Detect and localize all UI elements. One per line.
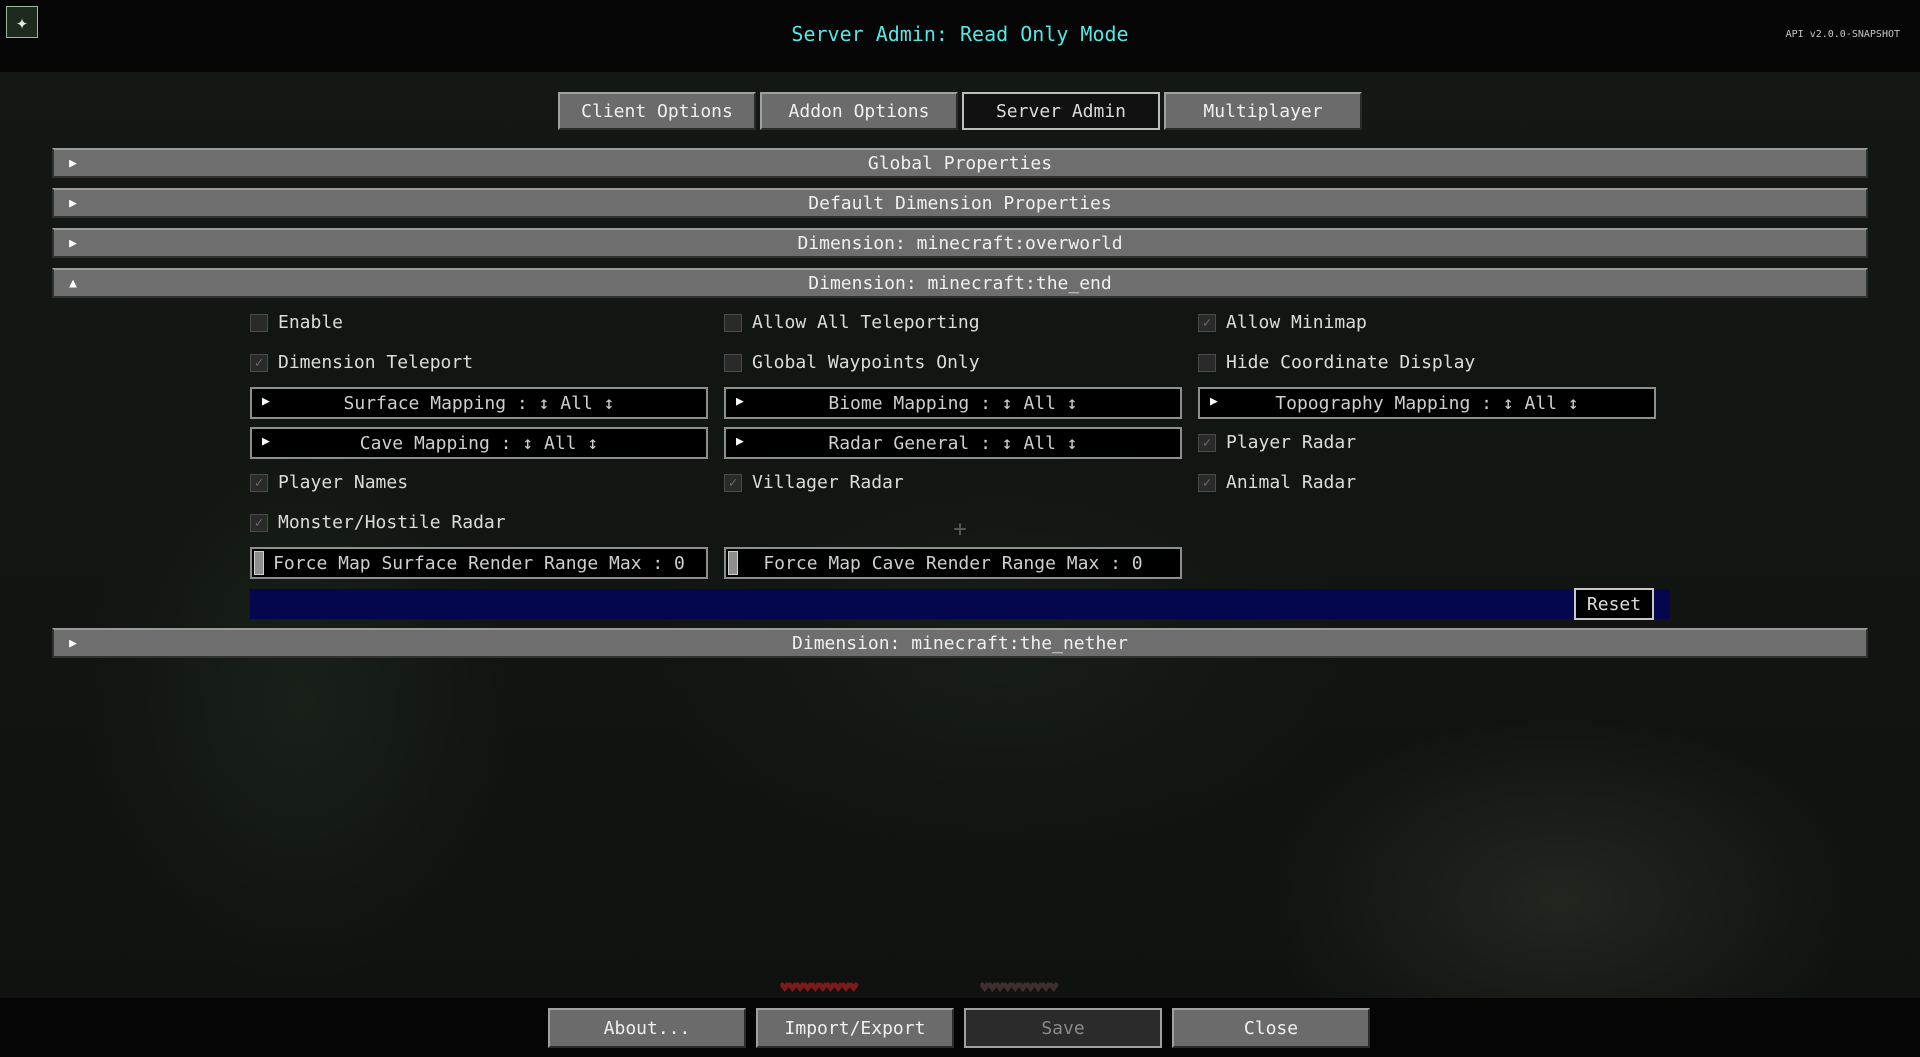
allow-minimap-checkbox[interactable]: ✓ — [1198, 313, 1216, 332]
option-hide-coordinate-display[interactable]: Hide Coordinate Display — [1198, 352, 1475, 373]
reset-button[interactable]: Reset — [1574, 588, 1654, 620]
crosshair-icon: + — [953, 516, 967, 542]
option-player-radar[interactable]: ✓ Player Radar — [1198, 432, 1356, 453]
expand-arrow-icon: ▶ — [736, 394, 744, 409]
monster-radar-checkbox[interactable]: ✓ — [250, 513, 268, 532]
api-version-label: API v2.0.0-SNAPSHOT — [1785, 29, 1900, 40]
selection-highlight-bar — [250, 589, 1670, 619]
slider-handle[interactable] — [728, 551, 738, 575]
tab-addon-options[interactable]: Addon Options — [760, 92, 958, 130]
header-bar: ✦ Server Admin: Read Only Mode API v2.0.… — [0, 0, 1920, 72]
section-label: Dimension: minecraft:overworld — [797, 232, 1123, 254]
dimension-teleport-checkbox[interactable]: ✓ — [250, 353, 268, 372]
cave-mapping-dropdown[interactable]: ▶ Cave Mapping : ↕ All ↕ — [250, 427, 708, 459]
option-allow-all-teleporting[interactable]: Allow All Teleporting — [724, 312, 980, 333]
option-animal-radar[interactable]: ✓ Animal Radar — [1198, 472, 1356, 493]
option-monster-hostile-radar[interactable]: ✓ Monster/Hostile Radar — [250, 512, 506, 533]
force-surface-render-range-slider[interactable]: Force Map Surface Render Range Max : 0 — [250, 547, 708, 579]
option-label: Allow All Teleporting — [752, 312, 980, 333]
option-label: Monster/Hostile Radar — [278, 512, 506, 533]
page-title: Server Admin: Read Only Mode — [791, 22, 1129, 46]
hide-coordinate-display-checkbox[interactable] — [1198, 353, 1216, 372]
tab-multiplayer[interactable]: Multiplayer — [1164, 92, 1362, 130]
villager-radar-checkbox[interactable]: ✓ — [724, 473, 742, 492]
expand-arrow-icon: ▶ — [1210, 394, 1218, 409]
section-label: Dimension: minecraft:the_nether — [792, 632, 1128, 654]
global-waypoints-only-checkbox[interactable] — [724, 353, 742, 372]
option-player-names[interactable]: ✓ Player Names — [250, 472, 408, 493]
section-default-dimension-properties[interactable]: ▶ Default Dimension Properties — [52, 188, 1868, 218]
option-global-waypoints-only[interactable]: Global Waypoints Only — [724, 352, 980, 373]
allow-all-teleporting-checkbox[interactable] — [724, 313, 742, 332]
expand-arrow-icon: ▶ — [69, 635, 77, 651]
force-cave-render-range-slider[interactable]: Force Map Cave Render Range Max : 0 — [724, 547, 1182, 579]
expand-arrow-icon: ▶ — [69, 155, 77, 171]
option-label: Villager Radar — [752, 472, 904, 493]
dropdown-label: Cave Mapping : ↕ All ↕ — [359, 432, 599, 454]
hunger-bar: ♥♥♥♥♥♥♥♥♥♥ — [980, 978, 1058, 997]
expand-arrow-icon: ▶ — [69, 235, 77, 251]
biome-mapping-dropdown[interactable]: ▶ Biome Mapping : ↕ All ↕ — [724, 387, 1182, 419]
expand-arrow-icon: ▶ — [69, 195, 77, 211]
tab-server-admin[interactable]: Server Admin — [962, 92, 1160, 130]
expand-arrow-icon: ▶ — [262, 434, 270, 449]
section-dimension-the-nether[interactable]: ▶ Dimension: minecraft:the_nether — [52, 628, 1868, 658]
close-button[interactable]: Close — [1172, 1008, 1370, 1048]
import-export-button[interactable]: Import/Export — [756, 1008, 954, 1048]
collapse-arrow-icon: ▲ — [69, 275, 77, 291]
option-dimension-teleport[interactable]: ✓ Dimension Teleport — [250, 352, 473, 373]
dropdown-label: Biome Mapping : ↕ All ↕ — [828, 392, 1078, 414]
option-label: Dimension Teleport — [278, 352, 474, 373]
radar-general-dropdown[interactable]: ▶ Radar General : ↕ All ↕ — [724, 427, 1182, 459]
player-radar-checkbox[interactable]: ✓ — [1198, 433, 1216, 452]
dropdown-label: Topography Mapping : ↕ All ↕ — [1275, 392, 1579, 414]
player-names-checkbox[interactable]: ✓ — [250, 473, 268, 492]
footer-buttons: About... Import/Export Save Close — [548, 1008, 1370, 1048]
about-button[interactable]: About... — [548, 1008, 746, 1048]
option-label: Animal Radar — [1226, 472, 1357, 493]
section-global-properties[interactable]: ▶ Global Properties — [52, 148, 1868, 178]
dropdown-label: Radar General : ↕ All ↕ — [828, 432, 1078, 454]
dropdown-label: Surface Mapping : ↕ All ↕ — [343, 392, 615, 414]
option-label: Enable — [278, 312, 344, 333]
option-label: Global Waypoints Only — [752, 352, 980, 373]
slider-label: Force Map Cave Render Range Max : 0 — [763, 552, 1143, 574]
option-allow-minimap[interactable]: ✓ Allow Minimap — [1198, 312, 1367, 333]
option-label: Hide Coordinate Display — [1226, 352, 1476, 373]
option-villager-radar[interactable]: ✓ Villager Radar — [724, 472, 904, 493]
option-enable[interactable]: Enable — [250, 312, 343, 333]
tab-client-options[interactable]: Client Options — [558, 92, 756, 130]
option-label: Allow Minimap — [1226, 312, 1367, 333]
section-label: Global Properties — [867, 152, 1053, 174]
health-hearts: ♥♥♥♥♥♥♥♥♥♥ — [780, 978, 858, 997]
slider-label: Force Map Surface Render Range Max : 0 — [273, 552, 685, 574]
section-dimension-overworld[interactable]: ▶ Dimension: minecraft:overworld — [52, 228, 1868, 258]
expand-arrow-icon: ▶ — [262, 394, 270, 409]
slider-handle[interactable] — [254, 551, 264, 575]
save-button[interactable]: Save — [964, 1008, 1162, 1048]
animal-radar-checkbox[interactable]: ✓ — [1198, 473, 1216, 492]
section-label: Dimension: minecraft:the_end — [808, 272, 1112, 294]
enable-checkbox[interactable] — [250, 313, 268, 332]
section-dimension-the-end[interactable]: ▲ Dimension: minecraft:the_end — [52, 268, 1868, 298]
surface-mapping-dropdown[interactable]: ▶ Surface Mapping : ↕ All ↕ — [250, 387, 708, 419]
option-label: Player Names — [278, 472, 409, 493]
section-label: Default Dimension Properties — [808, 192, 1112, 214]
topography-mapping-dropdown[interactable]: ▶ Topography Mapping : ↕ All ↕ — [1198, 387, 1656, 419]
expand-arrow-icon: ▶ — [736, 434, 744, 449]
tab-bar: Client Options Addon Options Server Admi… — [558, 92, 1362, 130]
option-label: Player Radar — [1226, 432, 1357, 453]
